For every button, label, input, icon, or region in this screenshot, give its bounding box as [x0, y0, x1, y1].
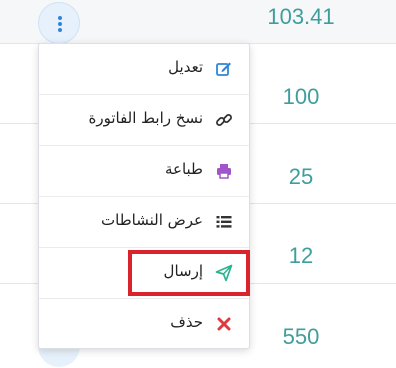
kebab-dot-icon	[58, 16, 62, 20]
menu-item-label: تعديل	[168, 58, 203, 76]
menu-item-label: نسخ رابط الفاتورة	[88, 109, 203, 127]
menu-item-label: إرسال	[163, 262, 203, 280]
menu-item-copy-invoice-link[interactable]: نسخ رابط الفاتورة	[39, 95, 249, 146]
menu-item-label: عرض النشاطات	[101, 211, 203, 229]
list-icon	[215, 213, 233, 231]
link-icon	[215, 111, 233, 129]
menu-item-label: طباعة	[164, 160, 203, 178]
row-actions-menu: تعديل نسخ رابط الفاتورة طباعة عرض النشاط…	[38, 43, 250, 349]
delete-icon	[215, 315, 233, 333]
menu-item-send[interactable]: إرسال	[39, 248, 249, 299]
menu-item-view-activity[interactable]: عرض النشاطات	[39, 197, 249, 248]
amount-cell: 25	[288, 164, 314, 189]
amount-cell: 550	[282, 324, 320, 349]
amount-cell: 103.41	[267, 4, 335, 29]
menu-item-edit[interactable]: تعديل	[39, 44, 249, 95]
row-actions-button[interactable]	[38, 2, 80, 44]
amount-cell: 100	[282, 84, 320, 109]
kebab-dot-icon	[58, 28, 62, 32]
kebab-dot-icon	[58, 22, 62, 26]
printer-icon	[215, 162, 233, 180]
menu-item-delete[interactable]: حذف	[39, 299, 249, 350]
menu-item-label: حذف	[170, 313, 203, 331]
amount-cell: 12	[288, 243, 314, 268]
edit-icon	[215, 60, 233, 78]
menu-item-print[interactable]: طباعة	[39, 146, 249, 197]
send-icon	[215, 264, 233, 282]
